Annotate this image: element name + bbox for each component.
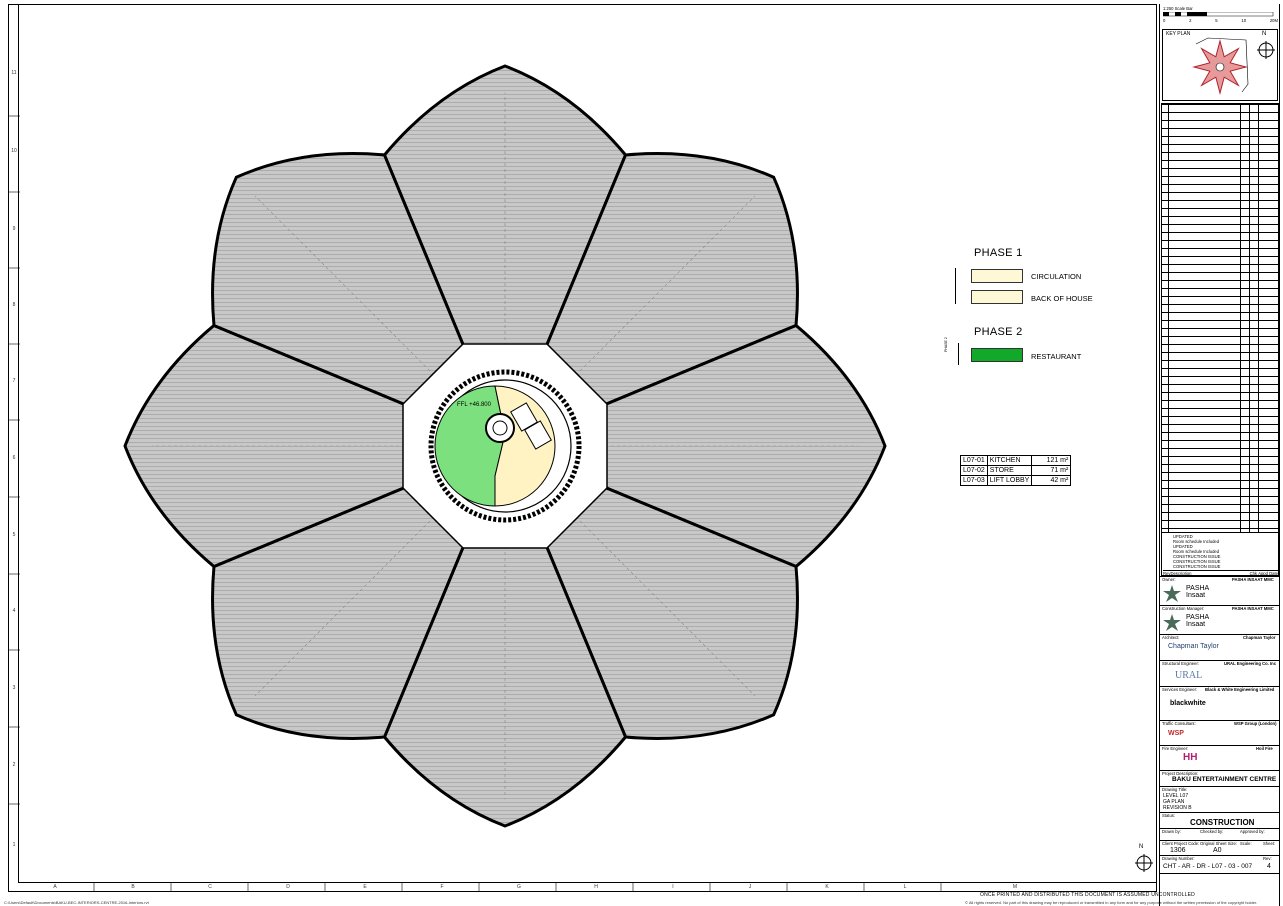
- phase1-title: PHASE 1: [974, 247, 1023, 259]
- sheet-size-label: Original Sheet Size:: [1200, 841, 1238, 846]
- traffic-company: WSP Group (London): [1234, 721, 1277, 726]
- scale-bar-title: 1:250 Scale Bar: [1163, 6, 1193, 11]
- revision-list: UPDATED Room schedule Included UPDATED R…: [1161, 532, 1279, 576]
- fire-role: Fire Engineer:: [1162, 746, 1189, 751]
- revision-desc: CONSTRUCTION ISSUE: [1173, 564, 1221, 569]
- divider: [1159, 812, 1280, 813]
- drawing-title-label: Drawing Title:: [1162, 787, 1188, 792]
- rev-col-line: [1249, 103, 1250, 535]
- rev-col-line: [1258, 103, 1259, 535]
- ffl-label: FFL +46.800: [457, 402, 492, 408]
- circulation-swatch: [971, 269, 1023, 283]
- drawing-number: CHT - AR - DR - L07 - 03 - 007: [1163, 863, 1253, 870]
- key-plan-north-icon: [1257, 41, 1275, 59]
- services-company: Black & White Engineering Limited: [1205, 687, 1275, 692]
- owner-role: Owner:: [1162, 577, 1176, 582]
- revision-grid: [1161, 103, 1279, 535]
- architect-logo-text: Chapman Taylor: [1168, 643, 1219, 650]
- sheet-label: Sheet:: [1263, 841, 1276, 846]
- traffic-logo-text: WSP: [1168, 730, 1184, 737]
- table-row: L07-03 LIFT LOBBY 42 m²: [960, 475, 1072, 486]
- key-plan-north-label: N: [1262, 31, 1267, 37]
- phase2-bracket: [958, 343, 959, 365]
- cm-logo-text: PASHA Insaat: [1186, 614, 1209, 628]
- structural-company: URAL Engineering Co. Inc: [1224, 661, 1277, 666]
- key-plan-core: [1215, 62, 1225, 72]
- services-role: Services Engineer:: [1162, 687, 1198, 692]
- fire-company: Hoil Fire: [1256, 746, 1273, 751]
- restaurant-swatch: [971, 348, 1023, 362]
- table-row: L07-01 KITCHEN 121 m²: [960, 455, 1072, 466]
- project-code: 1306: [1170, 847, 1186, 854]
- room-schedule: L07-01 KITCHEN 121 m² L07-02 STORE 71 m² L07…: [960, 455, 1072, 486]
- rev-label: Rev:: [1263, 856, 1272, 861]
- divider: [1159, 873, 1280, 874]
- grid-row-ticks: [8, 115, 20, 805]
- cm-role: Construction Manager:: [1162, 606, 1205, 611]
- architect-role: Architect:: [1162, 635, 1180, 640]
- restaurant-label: RESTAURANT: [1031, 352, 1082, 361]
- floor-plan: FFL +46.800: [123, 64, 887, 828]
- project-code-label: Client Project Code:: [1162, 841, 1200, 846]
- back-of-house-swatch: [971, 290, 1023, 304]
- scale-label: Scale:: [1240, 841, 1252, 846]
- drawn-by-label: Drawn by:: [1162, 829, 1181, 834]
- fire-logo-text: HH: [1183, 752, 1198, 763]
- pasha-logo-icon: [1163, 585, 1181, 602]
- file-path: C:\Users\Default\Documents\BAKU-BEC-INTE…: [4, 900, 149, 905]
- pasha-logo-icon: [1163, 614, 1181, 631]
- grid-col-ticks: [93, 883, 942, 892]
- circulation-label: CIRCULATION: [1031, 272, 1082, 281]
- structural-role: Structural Engineer:: [1162, 661, 1200, 666]
- services-logo-text: blackwhite: [1170, 700, 1206, 707]
- drawing-number-label: Drawing Number:: [1162, 856, 1195, 861]
- status-value: CONSTRUCTION: [1190, 818, 1255, 827]
- project-name: BAKU ENTERTAINMENT CENTRE: [1172, 776, 1277, 783]
- rev-col-line: [1240, 103, 1241, 535]
- owner-company: PASHA INSAAT MMC: [1232, 577, 1274, 582]
- sheet-size: A0: [1213, 847, 1222, 854]
- structural-logo-text: URAL: [1175, 670, 1203, 681]
- traffic-role: Traffic Consultant:: [1162, 721, 1196, 726]
- north-arrow-icon: [1135, 854, 1153, 872]
- scale-bar-ticks: 0 2 5 10 20M: [1163, 18, 1278, 23]
- architect-company: Chapman Taylor: [1243, 635, 1276, 640]
- phase2-title: PHASE 2: [974, 326, 1023, 338]
- phase1-bracket: [955, 268, 956, 304]
- checked-by-label: Checked by:: [1200, 829, 1224, 834]
- key-plan-star: [1192, 37, 1249, 95]
- rev-value: 4: [1267, 863, 1271, 870]
- key-plan-title: KEY PLAN: [1166, 31, 1191, 37]
- north-label: N: [1139, 844, 1144, 850]
- approved-by-label: Approved by:: [1240, 829, 1265, 834]
- rev-col-line: [1168, 103, 1169, 535]
- phase2-side-label: PHASE 2: [944, 337, 948, 352]
- drawing-title-line: REVISION B: [1163, 805, 1192, 811]
- cm-company: PASHA INSAAT MMC: [1232, 606, 1274, 611]
- owner-logo-text: PASHA Insaat: [1186, 585, 1209, 599]
- status-label: Status:: [1162, 813, 1176, 818]
- table-row: L07-02 STORE 71 m²: [960, 465, 1072, 476]
- copyright-notice: © All rights reserved. No part of this d…: [965, 900, 1258, 905]
- back-of-house-label: BACK OF HOUSE: [1031, 294, 1093, 303]
- uncontrolled-notice: ONCE PRINTED AND DISTRIBUTED THIS DOCUME…: [980, 892, 1195, 898]
